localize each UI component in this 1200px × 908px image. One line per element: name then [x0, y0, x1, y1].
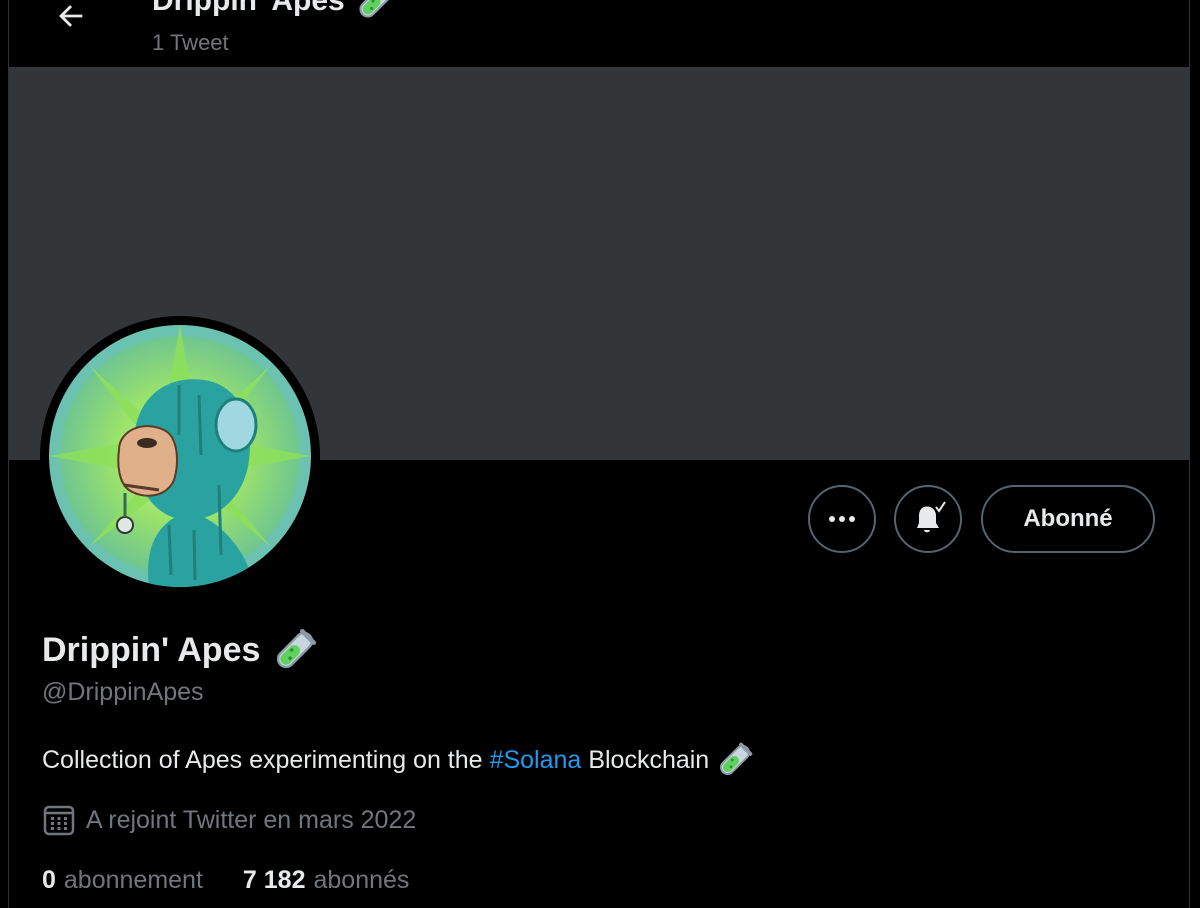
- profile-page: Drippin' Apes 1 Tweet Abonné Drippin' Ap…: [0, 0, 1200, 908]
- profile-display-name: Drippin' Apes: [42, 627, 318, 673]
- followers-link[interactable]: 7 182 abonnés: [243, 866, 410, 895]
- back-button[interactable]: [49, 0, 93, 38]
- bio-text-before: Collection of Apes experimenting on the: [42, 745, 483, 774]
- join-date-text: A rejoint Twitter en mars 2022: [86, 805, 417, 834]
- header-title: Drippin' Apes: [152, 0, 397, 22]
- more-dots-icon: [829, 516, 855, 522]
- column-divider-right: [1189, 0, 1190, 908]
- following-label: abonnement: [63, 866, 203, 894]
- header-name-text: Drippin' Apes: [152, 0, 345, 17]
- profile-handle: @DrippinApes: [42, 678, 204, 706]
- profile-bio: Collection of Apes experimenting on the …: [42, 741, 754, 779]
- following-link[interactable]: 0 abonnement: [42, 866, 203, 895]
- display-name-text: Drippin' Apes: [42, 630, 261, 669]
- profile-header: Drippin' Apes 1 Tweet: [9, 0, 1189, 67]
- test-tube-emoji-icon: [720, 742, 753, 775]
- test-tube-emoji-icon: [359, 0, 393, 18]
- more-options-button[interactable]: [808, 485, 876, 553]
- following-button[interactable]: Abonné: [981, 485, 1155, 553]
- ape-avatar-image: [49, 325, 311, 587]
- followers-label: abonnés: [313, 866, 410, 894]
- followers-count: 7 182: [242, 866, 306, 894]
- notifications-button[interactable]: [894, 485, 962, 553]
- test-tube-emoji-icon: [277, 628, 317, 669]
- profile-stats: 0 abonnement 7 182 abonnés: [42, 866, 409, 895]
- bio-hashtag-link[interactable]: #Solana: [490, 746, 582, 775]
- following-count: 0: [42, 866, 56, 894]
- join-date: A rejoint Twitter en mars 2022: [42, 803, 416, 837]
- calendar-icon: [43, 805, 75, 836]
- tweet-count: 1 Tweet: [152, 30, 229, 55]
- bell-check-icon: [917, 501, 946, 533]
- bio-text-after: Blockchain: [588, 745, 710, 774]
- arrow-left-icon: [59, 5, 83, 27]
- avatar[interactable]: [49, 325, 311, 587]
